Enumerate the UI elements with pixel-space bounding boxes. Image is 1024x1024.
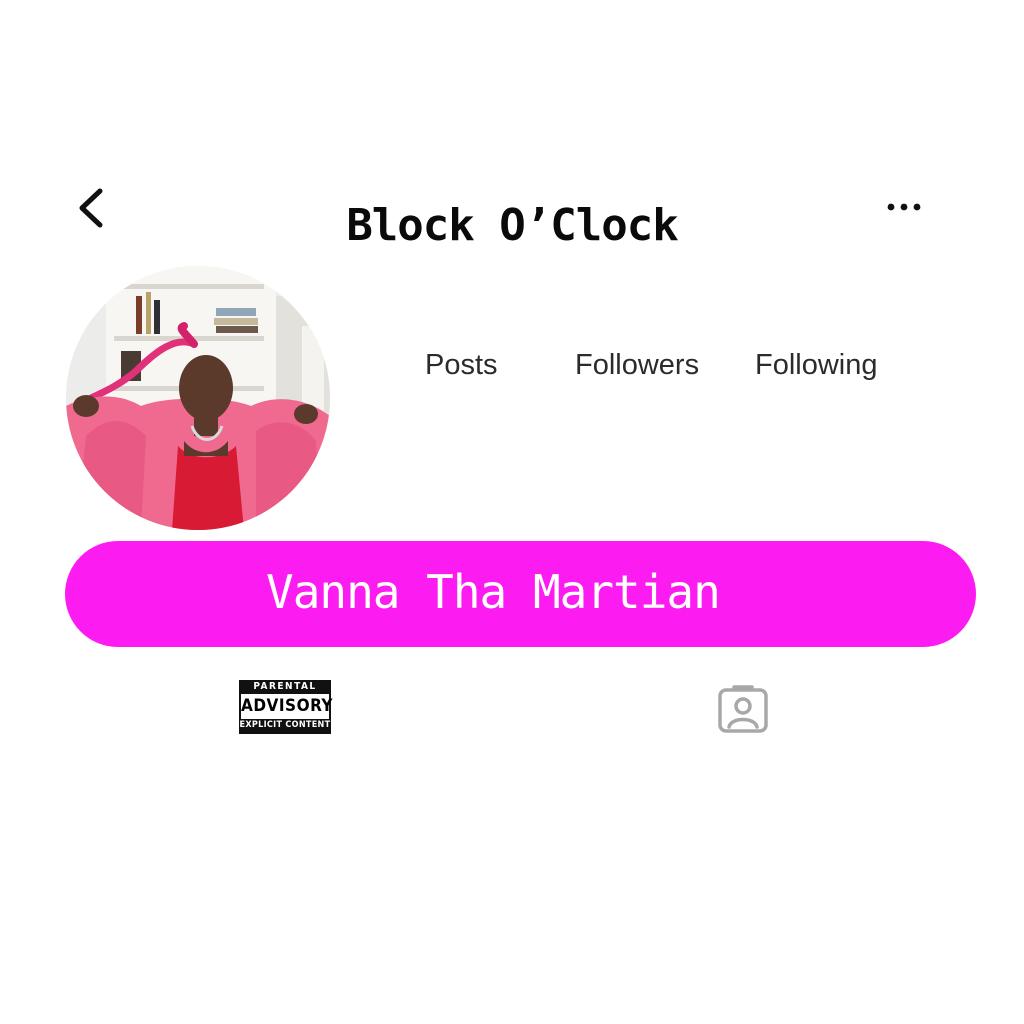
- advisory-top-text: PARENTAL: [253, 681, 317, 692]
- following-stat-label[interactable]: Following: [755, 349, 878, 382]
- posts-stat-label[interactable]: Posts: [425, 349, 498, 382]
- more-horizontal-icon: [887, 203, 921, 211]
- tagged-tab[interactable]: [716, 682, 772, 736]
- person-tag-icon: [718, 685, 768, 733]
- avatar[interactable]: [66, 266, 330, 530]
- followers-stat-label[interactable]: Followers: [575, 349, 699, 382]
- advisory-bottom-text: EXPLICIT CONTENT: [239, 720, 331, 730]
- more-options-button[interactable]: [880, 192, 930, 222]
- profile-name: Vanna Tha Martian: [266, 565, 721, 619]
- page-title: Block O’Clock: [346, 200, 678, 251]
- profile-photo: [66, 266, 330, 530]
- advisory-middle-text: ADVISORY: [241, 694, 333, 719]
- parental-advisory-tab[interactable]: PARENTAL ADVISORY EXPLICIT CONTENT: [239, 680, 333, 734]
